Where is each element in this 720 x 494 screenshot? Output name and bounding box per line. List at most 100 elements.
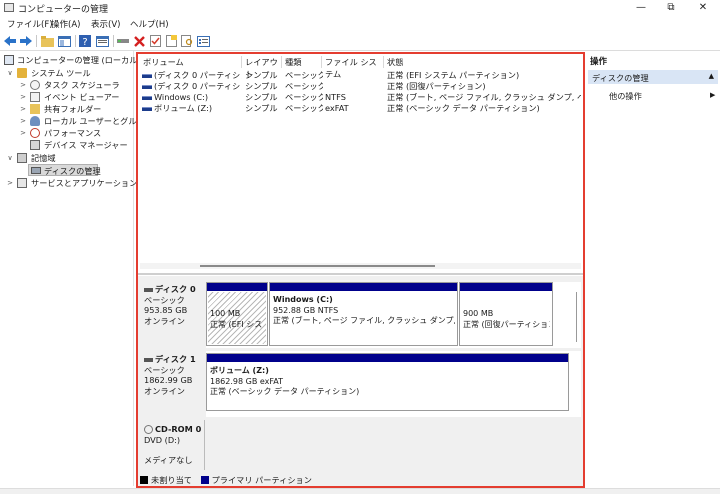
chevron-right-icon[interactable]: >: [19, 103, 27, 115]
properties-icon[interactable]: [95, 34, 109, 48]
list-view-icon[interactable]: [196, 34, 210, 48]
chevron-right-icon[interactable]: >: [19, 115, 27, 127]
chevron-down-icon[interactable]: ∨: [6, 152, 14, 164]
toolbar: ?: [0, 32, 720, 50]
navigation-tree: コンピューターの管理 (ローカル) ∨ システム ツール > タスク スケジュー…: [0, 51, 152, 486]
menu-action[interactable]: 操作(A): [51, 18, 80, 30]
partition-status: 正常 (回復パーティション): [463, 319, 550, 329]
clock-icon: [30, 80, 40, 90]
collapse-arrow-icon[interactable]: ▲: [709, 72, 714, 80]
partition-volume-z[interactable]: ボリューム (Z:) 1862.98 GB exFAT 正常 (ベーシック デー…: [206, 353, 569, 411]
disk-icon: [144, 287, 153, 292]
tree-item-local-users[interactable]: > ローカル ユーザーとグループ: [0, 115, 152, 127]
action-group-label: ディスクの管理: [592, 73, 649, 83]
tree-label: イベント ビューアー: [44, 92, 120, 102]
volume-icon: [142, 84, 152, 89]
volume-type: ベーシック: [285, 81, 323, 91]
volume-name: ボリューム (Z:): [154, 103, 213, 113]
disk-type: ベーシック: [144, 294, 185, 305]
menu-file[interactable]: ファイル(F): [7, 18, 53, 30]
maximize-button[interactable]: ⧉: [656, 0, 686, 16]
legend-unallocated: 未割り当て: [151, 475, 192, 485]
back-arrow-icon[interactable]: [3, 34, 17, 48]
tree-item-disk-management[interactable]: ディスクの管理: [28, 164, 101, 176]
tree-item-storage[interactable]: ∨ 記憶域: [0, 152, 133, 164]
cdrom-drive: DVD (D:): [144, 434, 181, 445]
column-header-status[interactable]: 状態: [384, 56, 581, 68]
tree-label: ディスクの管理: [44, 166, 101, 176]
volume-row[interactable]: (ディスク 0 パーティション 1) シンプル ベーシック 正常 (EFI シス…: [140, 70, 581, 81]
users-icon: [30, 116, 40, 126]
partition-windows-c[interactable]: Windows (C:) 952.88 GB NTFS 正常 (ブート, ページ…: [269, 282, 458, 346]
chevron-right-icon[interactable]: >: [19, 127, 27, 139]
legend: 未割り当て プライマリ パーティション: [140, 474, 312, 486]
partition-size: 900 MB: [463, 309, 494, 318]
chevron-right-icon[interactable]: >: [19, 79, 27, 91]
volume-layout: シンプル: [245, 92, 278, 102]
close-button[interactable]: ✕: [688, 0, 718, 16]
menu-bar: ファイル(F) 操作(A) 表示(V) ヘルプ(H): [0, 16, 720, 31]
scrollbar-thumb[interactable]: [200, 265, 435, 267]
volume-row[interactable]: (ディスク 0 パーティション 4) シンプル ベーシック 正常 (回復パーティ…: [140, 81, 581, 92]
volume-type: ベーシック: [285, 92, 323, 102]
partition-size: 100 MB: [210, 309, 241, 318]
new-document-icon[interactable]: [164, 34, 178, 48]
disk-status: オンライン: [144, 385, 185, 396]
delete-icon[interactable]: [132, 34, 146, 48]
tree-item-root[interactable]: コンピューターの管理 (ローカル): [0, 54, 141, 66]
cdrom-0-info[interactable]: CD-ROM 0 DVD (D:) メディアなし: [144, 424, 204, 466]
tree-item-shared-folders[interactable]: > 共有フォルダー: [0, 103, 133, 115]
chevron-down-icon[interactable]: ∨: [6, 67, 14, 79]
disk-name: ディスク 0: [155, 284, 196, 294]
action-group-disk-management[interactable]: ディスクの管理 ▲: [588, 70, 718, 84]
disk-0-info[interactable]: ディスク 0 ベーシック 953.85 GB オンライン: [144, 284, 204, 326]
minimize-button[interactable]: —: [626, 0, 656, 16]
partition-status: 正常 (EFI シス: [210, 319, 263, 329]
other-actions-item[interactable]: 他の操作: [609, 90, 642, 102]
tools-icon: [17, 68, 27, 78]
actions-pane: 操作 ディスクの管理 ▲ 他の操作 ▶: [587, 52, 720, 488]
submenu-arrow-icon[interactable]: ▶: [710, 91, 715, 99]
folder-up-icon[interactable]: [40, 34, 54, 48]
pane-splitter[interactable]: [138, 273, 583, 275]
check-document-icon[interactable]: [148, 34, 162, 48]
device-manager-icon: [30, 140, 40, 150]
tree-item-services[interactable]: > サービスとアプリケーション: [0, 177, 137, 189]
column-header-filesystem[interactable]: ファイル システム: [322, 56, 384, 79]
tree-item-performance[interactable]: > パフォーマンス: [0, 127, 133, 139]
disk-status: オンライン: [144, 315, 185, 326]
tree-item-system-tools[interactable]: ∨ システム ツール: [0, 67, 133, 79]
console-tree-icon[interactable]: [57, 34, 71, 48]
tree-item-device-manager[interactable]: デバイス マネージャー: [0, 139, 133, 151]
partition-efi[interactable]: 100 MB 正常 (EFI シス: [206, 282, 268, 346]
column-header-volume[interactable]: ボリューム: [140, 56, 242, 68]
disk-1-info[interactable]: ディスク 1 ベーシック 1862.99 GB オンライン: [144, 354, 204, 396]
tree-label: 共有フォルダー: [44, 104, 102, 114]
tree-item-event-viewer[interactable]: > イベント ビューアー: [0, 91, 133, 103]
tree-item-task-scheduler[interactable]: > タスク スケジューラ: [0, 79, 133, 91]
disk-map: ディスク 0 ベーシック 953.85 GB オンライン 100 MB 正常 (…: [138, 276, 583, 486]
shared-folder-icon: [30, 104, 40, 114]
chevron-right-icon[interactable]: >: [6, 177, 14, 189]
volume-layout: シンプル: [245, 103, 278, 113]
cdrom-media: メディアなし: [144, 455, 193, 465]
horizontal-scrollbar[interactable]: [140, 263, 581, 269]
search-document-icon[interactable]: [180, 34, 194, 48]
column-header-layout[interactable]: レイアウト: [242, 56, 282, 79]
volume-row[interactable]: ボリューム (Z:) シンプル ベーシック exFAT 正常 (ベーシック デー…: [140, 103, 581, 114]
partition-recovery[interactable]: 900 MB 正常 (回復パーティション): [459, 282, 553, 346]
menu-help[interactable]: ヘルプ(H): [130, 18, 169, 30]
status-bar: [0, 488, 720, 494]
menu-view[interactable]: 表示(V): [91, 18, 120, 30]
column-header-type[interactable]: 種類: [282, 56, 322, 68]
connect-drive-icon[interactable]: [116, 34, 130, 48]
other-actions-label: 他の操作: [609, 91, 642, 101]
help-icon[interactable]: ?: [78, 34, 92, 48]
storage-icon: [17, 153, 27, 163]
forward-arrow-icon[interactable]: [19, 34, 33, 48]
actions-header: 操作: [590, 57, 608, 67]
chevron-right-icon[interactable]: >: [19, 91, 27, 103]
volume-row[interactable]: Windows (C:) シンプル ベーシック NTFS 正常 (ブート, ペー…: [140, 92, 581, 103]
legend-primary: プライマリ パーティション: [211, 475, 312, 485]
volume-icon: [142, 106, 152, 111]
